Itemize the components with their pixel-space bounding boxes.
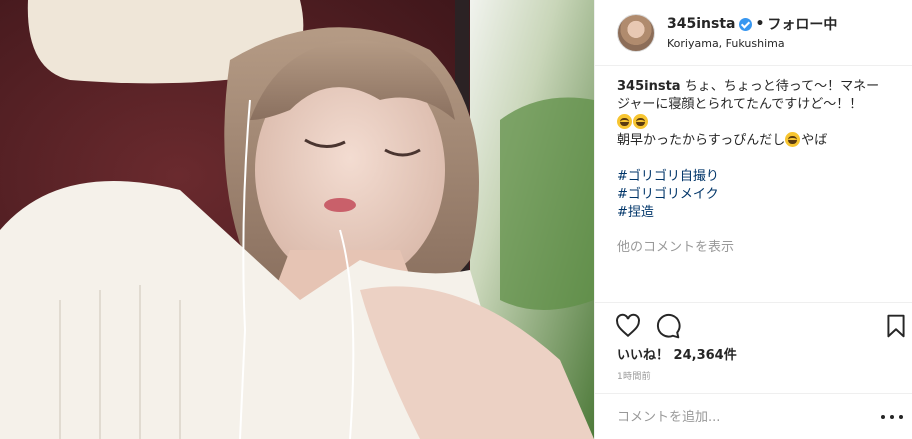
location-link[interactable]: Koriyama, Fukushima — [667, 37, 785, 50]
hashtag-link[interactable]: #ゴリゴリ自撮り — [617, 168, 899, 186]
bookmark-icon[interactable] — [883, 313, 909, 339]
likes-count[interactable]: いいね！ 24,364件 — [617, 344, 737, 363]
likes-number: 24,364件 — [673, 348, 737, 363]
action-bar — [595, 302, 912, 346]
avatar[interactable] — [617, 14, 655, 52]
caption-text-2: ジャーに寝顔とられてたんですけど〜！！ — [617, 97, 863, 112]
comment-bubble-icon[interactable] — [655, 313, 681, 339]
comment-bar — [595, 393, 912, 439]
view-more-comments-link[interactable]: 他のコメントを表示 — [617, 236, 734, 255]
caption-text-4: 朝早かったからすっぴんだし — [617, 133, 786, 148]
post-timestamp[interactable]: 1時間前 — [617, 369, 651, 382]
caption-line-1: 345insta ちょ、ちょっと待って〜！マネー — [617, 78, 899, 96]
more-options-icon[interactable] — [881, 408, 903, 426]
following-button[interactable]: フォロー中 — [767, 14, 837, 34]
laughing-emoji-icon — [633, 114, 648, 129]
caption-line-4: 朝早かったからすっぴんだし やば — [617, 132, 899, 150]
username-row: 345insta • フォロー中 — [667, 14, 837, 34]
post-photo[interactable] — [0, 0, 594, 439]
heart-icon[interactable] — [615, 313, 641, 339]
post-header: 345insta • フォロー中 Koriyama, Fukushima — [595, 0, 912, 66]
separator-dot: • — [755, 16, 765, 32]
caption-emoji-line — [617, 114, 899, 132]
laughing-emoji-icon — [617, 114, 632, 129]
caption: 345insta ちょ、ちょっと待って〜！マネー ジャーに寝顔とられてたんですけ… — [617, 78, 899, 222]
hashtag-link[interactable]: #ゴリゴリメイク — [617, 186, 899, 204]
comment-input[interactable] — [617, 406, 857, 428]
caption-text-4-tail: やば — [801, 133, 828, 148]
hashtag-link[interactable]: #捏造 — [617, 204, 899, 222]
post-detail-panel: 345insta • フォロー中 Koriyama, Fukushima 345… — [594, 0, 912, 439]
username-link[interactable]: 345insta — [667, 16, 735, 32]
photo-illustration — [0, 0, 594, 439]
caption-text-1: ちょ、ちょっと待って〜！マネー — [684, 79, 880, 94]
caption-username-link[interactable]: 345insta — [617, 79, 681, 94]
laughing-emoji-icon — [785, 132, 801, 147]
likes-label: いいね！ — [617, 348, 670, 363]
verified-badge-icon — [739, 17, 753, 31]
